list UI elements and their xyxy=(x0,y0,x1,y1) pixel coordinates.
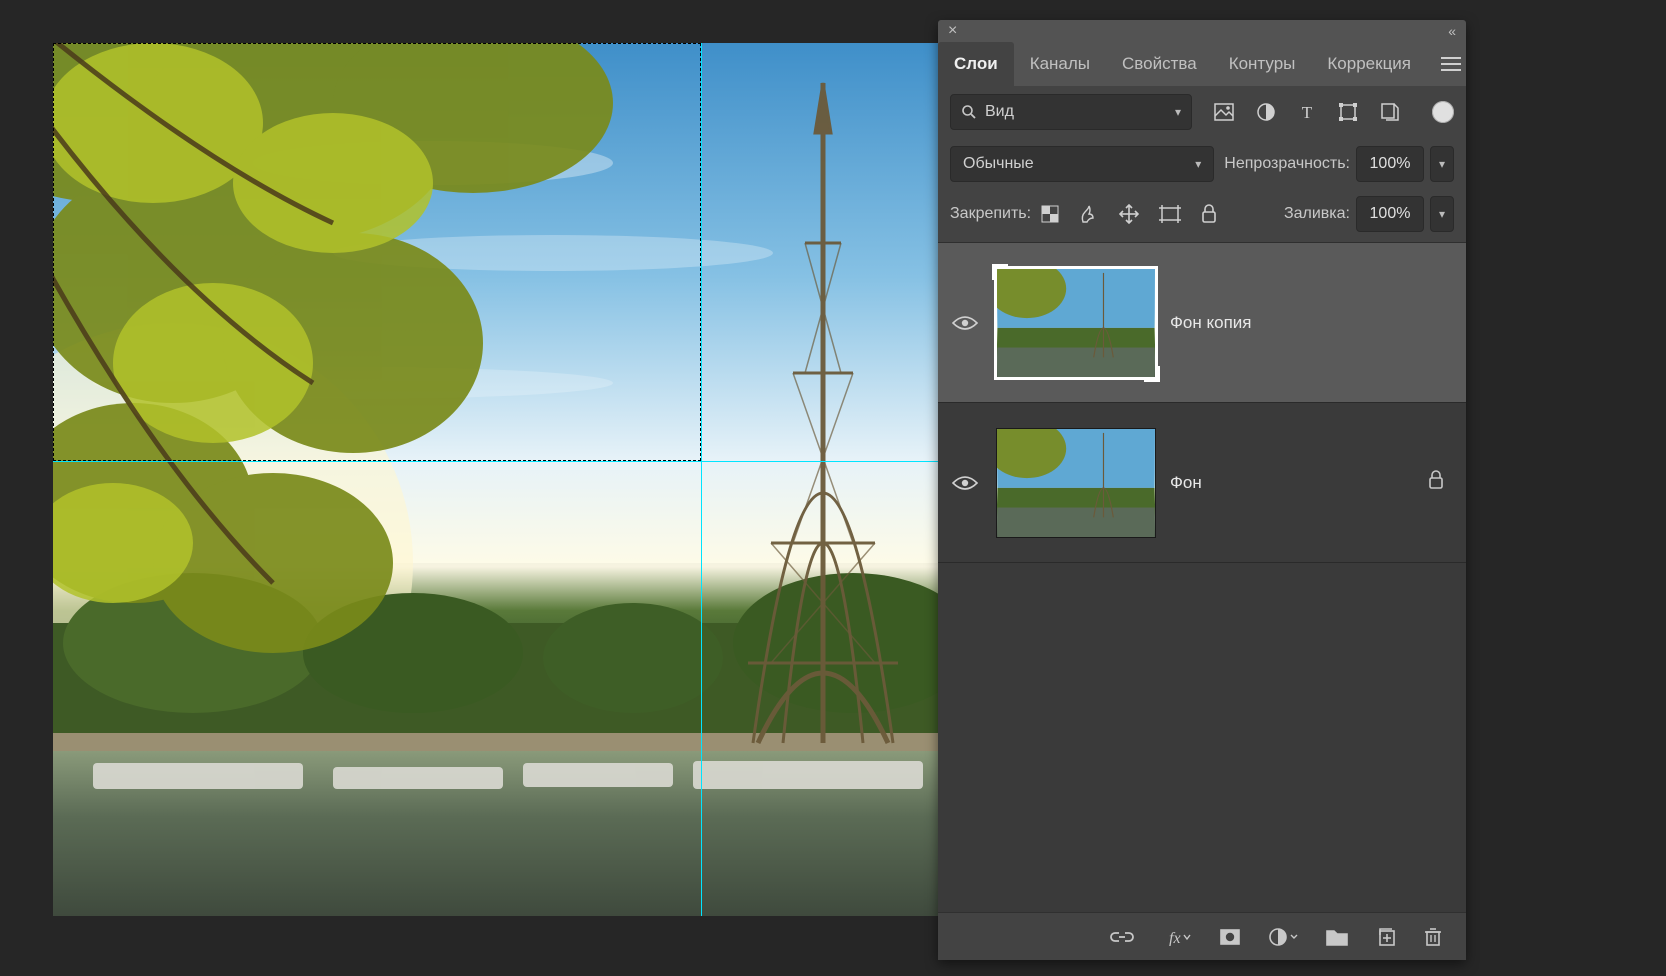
canvas-image xyxy=(53,43,938,916)
panel-titlebar: × « xyxy=(938,20,1466,42)
eye-icon xyxy=(952,314,978,332)
layer-kind-label: Вид xyxy=(985,103,1014,121)
layer-kind-select[interactable]: Вид ▾ xyxy=(950,94,1192,130)
layer-name[interactable]: Фон копия xyxy=(1170,313,1466,333)
search-icon xyxy=(961,104,977,120)
filter-type-icon[interactable]: T xyxy=(1298,103,1316,121)
eye-icon xyxy=(952,474,978,492)
svg-text:fx: fx xyxy=(1169,930,1181,946)
filter-adjust-icon[interactable] xyxy=(1256,102,1276,122)
tab-paths[interactable]: Контуры xyxy=(1213,42,1312,86)
layer-list: Фон копия Фон xyxy=(938,243,1466,912)
layer-row[interactable]: Фон xyxy=(938,403,1466,563)
document-canvas[interactable] xyxy=(53,43,938,916)
fill-group: Заливка: 100% ▾ xyxy=(1284,196,1454,232)
link-layers-icon[interactable] xyxy=(1110,930,1134,944)
filter-toggle[interactable] xyxy=(1432,101,1454,123)
new-adjustment-icon[interactable] xyxy=(1268,927,1298,947)
fill-input[interactable]: 100% xyxy=(1356,196,1424,232)
guide-horizontal[interactable] xyxy=(53,461,938,462)
lock-row: Закрепить: Заливка: 100% ▾ xyxy=(938,190,1466,243)
filter-icons: T xyxy=(1214,102,1400,122)
tab-properties[interactable]: Свойства xyxy=(1106,42,1213,86)
blend-row: Обычные ▾ Непрозрачность: 100% ▾ xyxy=(938,138,1466,190)
filter-pixel-icon[interactable] xyxy=(1214,103,1234,121)
layers-panel: × « Слои Каналы Свойства Контуры Коррекц… xyxy=(938,20,1466,960)
svg-text:T: T xyxy=(1302,103,1313,121)
filter-smart-icon[interactable] xyxy=(1380,102,1400,122)
blend-mode-value: Обычные xyxy=(963,155,1034,173)
opacity-group: Непрозрачность: 100% ▾ xyxy=(1224,146,1454,182)
layer-name[interactable]: Фон xyxy=(1170,473,1428,493)
layer-lock-icon[interactable] xyxy=(1428,470,1466,495)
visibility-toggle[interactable] xyxy=(938,314,992,332)
lock-icons xyxy=(1041,204,1217,224)
filter-row: Вид ▾ T xyxy=(938,86,1466,138)
new-group-icon[interactable] xyxy=(1326,928,1348,946)
tab-adjustments[interactable]: Коррекция xyxy=(1311,42,1427,86)
fill-label: Заливка: xyxy=(1284,205,1350,223)
tab-layers[interactable]: Слои xyxy=(938,42,1014,86)
lock-label: Закрепить: xyxy=(950,205,1031,223)
lock-image-icon[interactable] xyxy=(1079,204,1099,224)
chevron-down-icon: ▾ xyxy=(1175,105,1181,119)
panel-menu-icon[interactable] xyxy=(1427,57,1475,71)
tab-channels[interactable]: Каналы xyxy=(1014,42,1106,86)
filter-shape-icon[interactable] xyxy=(1338,102,1358,122)
visibility-toggle[interactable] xyxy=(938,474,992,492)
panel-footer: fx xyxy=(938,912,1466,960)
opacity-input[interactable]: 100% xyxy=(1356,146,1424,182)
lock-position-icon[interactable] xyxy=(1119,204,1139,224)
guide-vertical[interactable] xyxy=(701,43,702,916)
collapse-icon[interactable]: « xyxy=(1448,23,1456,39)
panel-tabs: Слои Каналы Свойства Контуры Коррекция xyxy=(938,42,1466,86)
opacity-label: Непрозрачность: xyxy=(1224,155,1350,173)
blend-mode-select[interactable]: Обычные ▾ xyxy=(950,146,1214,182)
opacity-dropdown[interactable]: ▾ xyxy=(1430,146,1454,182)
layer-thumbnail[interactable] xyxy=(996,268,1156,378)
chevron-down-icon: ▾ xyxy=(1195,157,1201,171)
layer-thumbnail[interactable] xyxy=(996,428,1156,538)
lock-transparency-icon[interactable] xyxy=(1041,205,1059,223)
lock-artboard-icon[interactable] xyxy=(1159,205,1181,223)
delete-layer-icon[interactable] xyxy=(1424,927,1442,947)
close-icon[interactable]: × xyxy=(948,22,957,40)
lock-all-icon[interactable] xyxy=(1201,204,1217,224)
panel-body: Вид ▾ T Обычные ▾ Непрозрачность: 100% xyxy=(938,86,1466,960)
layer-mask-icon[interactable] xyxy=(1220,929,1240,945)
layer-style-icon[interactable]: fx xyxy=(1162,928,1192,946)
layer-row[interactable]: Фон копия xyxy=(938,243,1466,403)
fill-dropdown[interactable]: ▾ xyxy=(1430,196,1454,232)
new-layer-icon[interactable] xyxy=(1376,927,1396,947)
